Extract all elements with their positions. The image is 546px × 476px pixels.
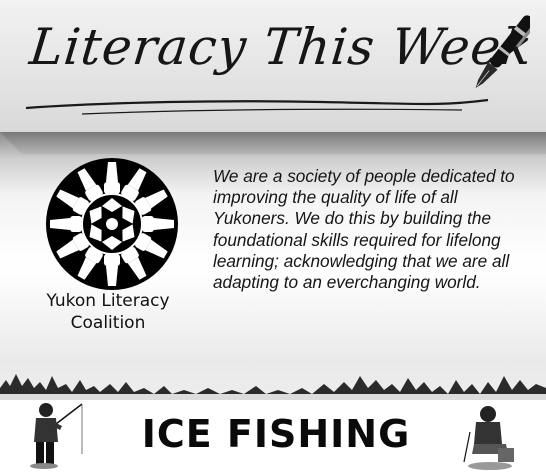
fountain-pen-icon bbox=[475, 15, 530, 88]
hands-and-books-circle-logo bbox=[46, 158, 178, 290]
org-name-line-2: Coalition bbox=[70, 313, 146, 333]
mission-statement: We are a society of people dedicated to … bbox=[213, 166, 515, 293]
title-underline bbox=[25, 98, 489, 115]
tree-line-silhouette bbox=[0, 374, 546, 400]
org-name-line-1: Yukon Literacy bbox=[46, 291, 170, 311]
feature-headline: ICE FISHING bbox=[141, 412, 411, 456]
banner-title: Literacy This Week bbox=[26, 18, 536, 76]
ice-fisherman-sitting-icon bbox=[463, 406, 514, 470]
ice-fisherman-standing-icon bbox=[30, 403, 83, 469]
info-fold-edge bbox=[0, 132, 546, 154]
